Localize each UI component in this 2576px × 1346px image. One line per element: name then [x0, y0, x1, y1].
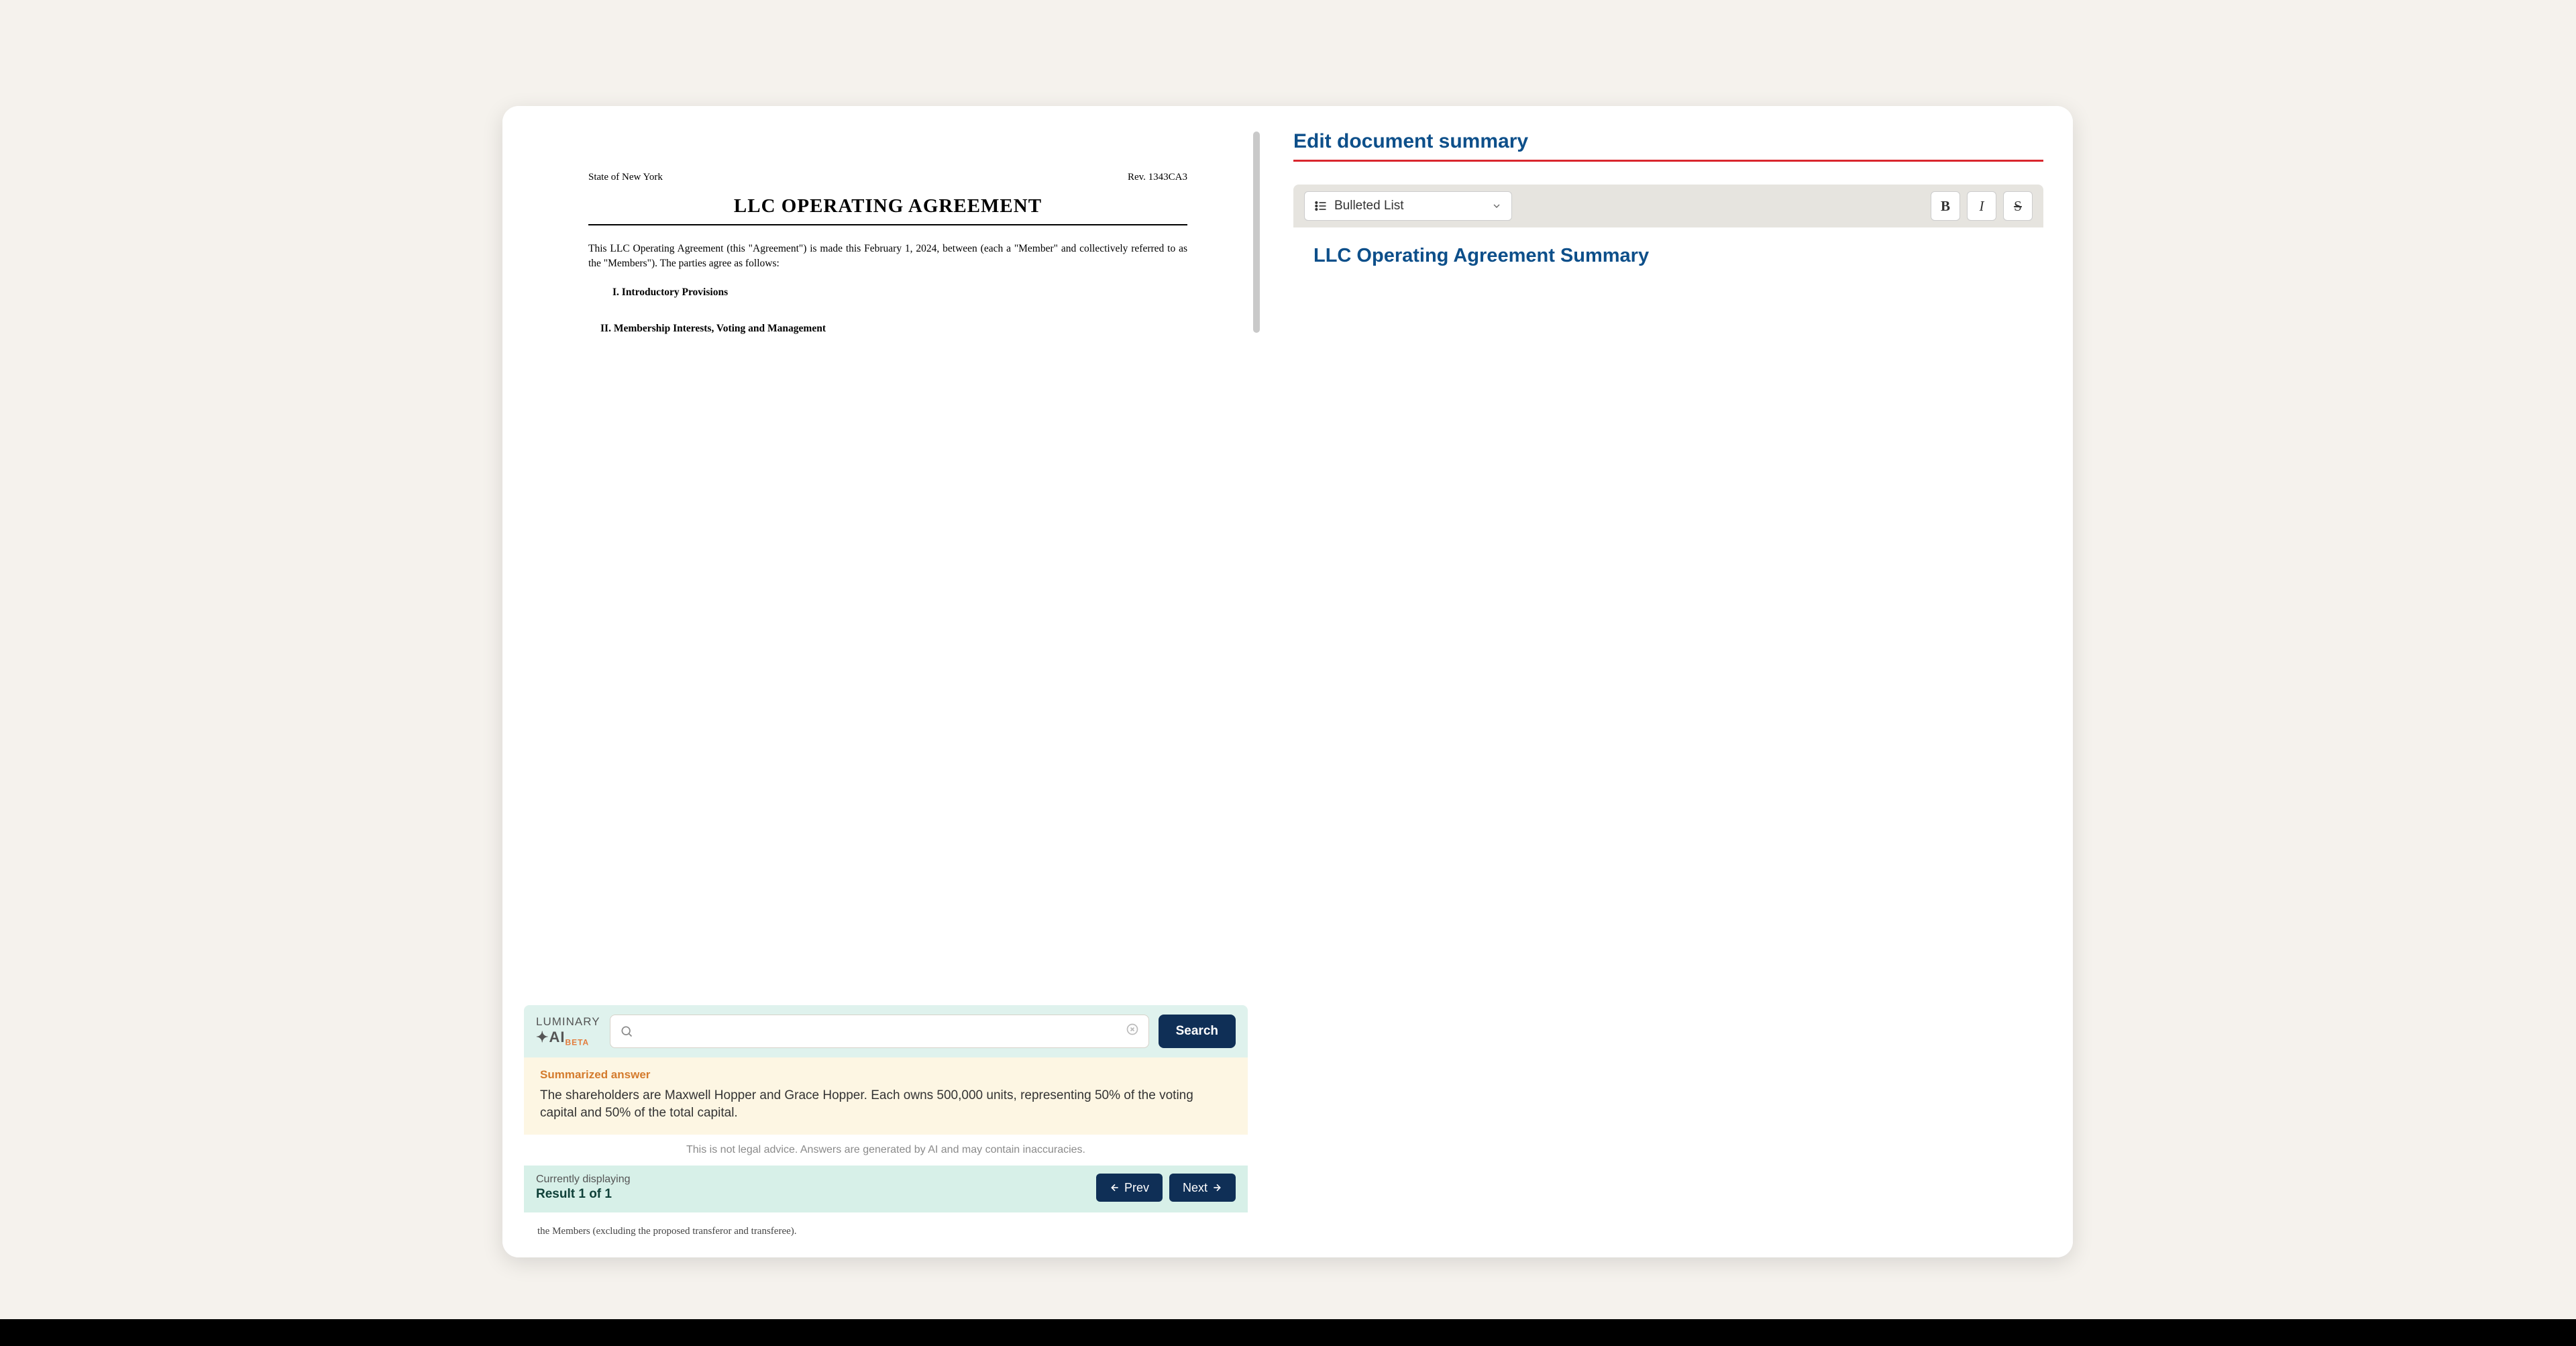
prev-button[interactable]: Prev — [1096, 1174, 1163, 1202]
bulleted-list-icon — [1314, 199, 1328, 213]
arrow-right-icon — [1212, 1182, 1222, 1193]
ai-logo: LUMINARY ✦AIBETA — [536, 1015, 600, 1047]
scrollbar-thumb[interactable] — [1253, 132, 1260, 333]
doc-sec1-head: I. Introductory Provisions — [612, 287, 1187, 299]
doc-state: State of New York — [588, 172, 663, 183]
doc-intro: This LLC Operating Agreement (this "Agre… — [588, 242, 1187, 272]
next-button[interactable]: Next — [1169, 1174, 1236, 1202]
doc-sec2-head: II. Membership Interests, Voting and Man… — [600, 323, 1187, 335]
editor-rule — [1293, 160, 2043, 162]
document-viewer-pane: State of New York Rev. 1343CA3 LLC OPERA… — [502, 106, 1264, 1257]
summary-editor[interactable]: LLC Operating Agreement Summary — [1293, 227, 2043, 298]
editor-pane: Edit document summary Bulleted List B I … — [1264, 106, 2073, 1257]
editor-title: Edit document summary — [1293, 130, 2043, 153]
ai-search-field[interactable] — [610, 1015, 1149, 1048]
doc-rule — [588, 224, 1187, 225]
decor-bottom-bar — [0, 1319, 2576, 1346]
editor-toolbar: Bulleted List B I S — [1293, 185, 2043, 227]
result-bar: Currently displaying Result 1 of 1 Prev … — [524, 1166, 1248, 1212]
doc-rev: Rev. 1343CA3 — [1128, 172, 1187, 183]
clear-icon[interactable] — [1126, 1023, 1139, 1039]
result-count: Result 1 of 1 — [536, 1187, 631, 1202]
summary-heading: Summarized answer — [540, 1068, 1232, 1082]
summary-text: The shareholders are Maxwell Hopper and … — [540, 1087, 1232, 1123]
doc-fragment — [524, 1212, 1248, 1219]
arrow-left-icon — [1110, 1182, 1120, 1193]
chevron-down-icon — [1491, 201, 1502, 211]
search-button[interactable]: Search — [1159, 1015, 1236, 1048]
scrollbar-track[interactable] — [1253, 132, 1260, 1245]
bold-button[interactable]: B — [1931, 191, 1960, 221]
ai-search-input[interactable] — [633, 1024, 1126, 1038]
summary-title: LLC Operating Agreement Summary — [1313, 245, 2023, 267]
list-type-select[interactable]: Bulleted List — [1304, 191, 1512, 221]
summary-box: Summarized answer The shareholders are M… — [524, 1057, 1248, 1135]
doc-fragment: the Members (excluding the proposed tran… — [524, 1219, 1248, 1237]
result-label: Currently displaying — [536, 1174, 631, 1186]
strike-button[interactable]: S — [2003, 191, 2033, 221]
ai-disclaimer: This is not legal advice. Answers are ge… — [524, 1135, 1248, 1166]
ai-panel: LUMINARY ✦AIBETA Search Summarized answe… — [524, 1005, 1248, 1237]
app-window: State of New York Rev. 1343CA3 LLC OPERA… — [502, 106, 2073, 1257]
search-icon — [620, 1025, 633, 1038]
list-type-label: Bulleted List — [1334, 199, 1404, 213]
italic-button[interactable]: I — [1967, 191, 1996, 221]
doc-title: LLC OPERATING AGREEMENT — [588, 195, 1187, 217]
document-page: State of New York Rev. 1343CA3 LLC OPERA… — [528, 132, 1248, 335]
